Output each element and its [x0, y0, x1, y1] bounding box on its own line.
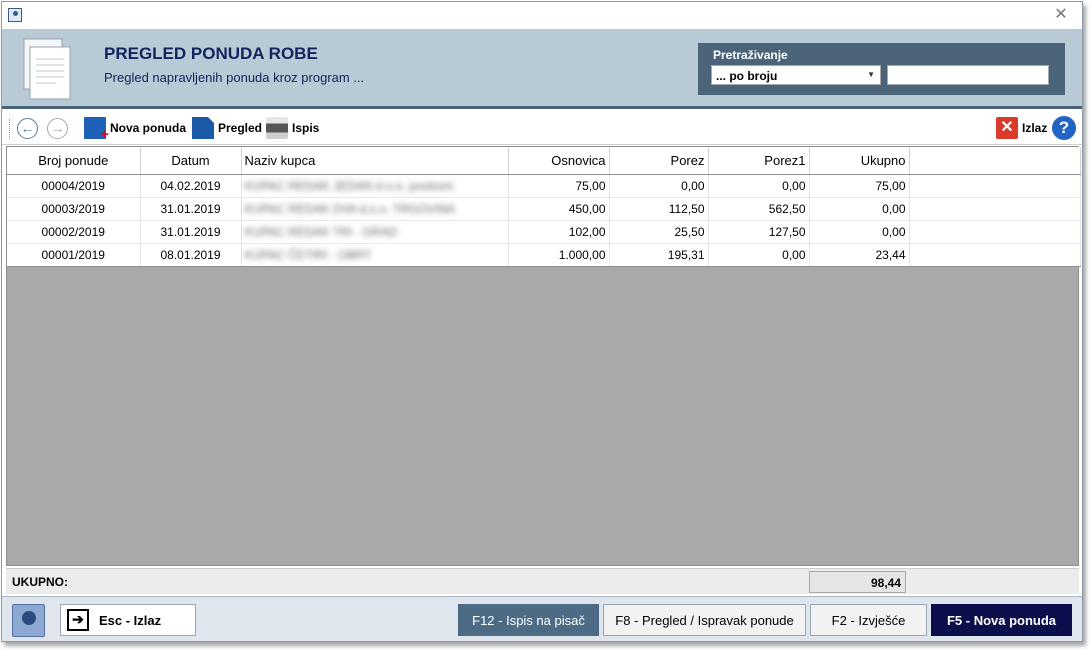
exit-label: Izlaz [1022, 121, 1048, 135]
cell-date: 08.01.2019 [140, 243, 242, 267]
cell-number: 00003/2019 [7, 197, 141, 221]
search-input[interactable] [887, 65, 1049, 85]
f2-report-button[interactable]: F2 - Izvješće [810, 604, 927, 636]
column-header[interactable]: Broj ponude [7, 147, 141, 175]
printer-icon [266, 117, 288, 139]
function-key-bar: ➔ Esc - Izlaz F12 - Ispis na pisač F8 - … [2, 596, 1082, 641]
cell-number: 00001/2019 [7, 243, 141, 267]
column-header[interactable]: Ukupno [809, 147, 910, 175]
new-document-icon [84, 117, 109, 143]
totals-label: UKUPNO: [12, 575, 68, 589]
back-arrow-icon[interactable]: ← [17, 118, 38, 139]
search-panel: Pretraživanje ... po broju ▼ [698, 43, 1065, 95]
cell-tax: 0,00 [609, 174, 709, 198]
cell-empty [909, 174, 1081, 198]
document-icon [192, 117, 214, 139]
app-root: ✕ PREGLED PONUDA ROBE Pregled napravljen… [0, 0, 1092, 650]
offers-table: Broj ponude Datum Naziv kupca Osnovica P… [7, 147, 1081, 267]
cell-number: 00004/2019 [7, 174, 141, 198]
help-icon[interactable]: ? [1052, 116, 1076, 140]
print-toolbar-button[interactable]: Ispis [266, 116, 319, 140]
dropdown-arrow-icon: ▼ [867, 70, 875, 79]
cell-number: 00002/2019 [7, 220, 141, 244]
close-icon[interactable]: ✕ [1052, 6, 1070, 24]
forward-arrow-icon[interactable]: → [47, 118, 68, 139]
cell-empty [909, 197, 1081, 221]
cell-base: 102,00 [508, 220, 610, 244]
cell-tax: 25,50 [609, 220, 709, 244]
column-header-empty [909, 147, 1081, 175]
column-header[interactable]: Naziv kupca [241, 147, 509, 175]
exit-x-icon: ✕ [996, 117, 1018, 139]
title-bar: ✕ [2, 2, 1082, 29]
f12-print-button[interactable]: F12 - Ispis na pisač [458, 604, 599, 636]
table-row[interactable]: 00004/2019 04.02.2019 KUPAC REDAK JEDAN … [7, 174, 1081, 198]
column-header[interactable]: Osnovica [508, 147, 610, 175]
cell-tax1: 0,00 [708, 243, 810, 267]
cell-total: 0,00 [809, 197, 910, 221]
cell-base: 75,00 [508, 174, 610, 198]
esc-exit-button[interactable]: ➔ Esc - Izlaz [60, 604, 196, 636]
cell-empty [909, 220, 1081, 244]
cell-customer: KUPAC REDAK DVA d.o.o. TRGOVINA [241, 197, 509, 221]
esc-exit-label: Esc - Izlaz [99, 612, 162, 628]
view-label: Pregled [218, 121, 263, 135]
exit-toolbar-button[interactable]: ✕ Izlaz [996, 116, 1047, 140]
app-icon [8, 8, 22, 22]
search-label: Pretraživanje [713, 48, 788, 62]
cell-base: 450,00 [508, 197, 610, 221]
search-mode-value: ... po broju [716, 69, 778, 83]
toolbar: ← → Nova ponuda Pregled Ispis ✕ Izlaz ? [2, 112, 1082, 145]
cell-date: 31.01.2019 [140, 197, 242, 221]
cell-tax1: 0,00 [708, 174, 810, 198]
new-offer-toolbar-button[interactable]: Nova ponuda [84, 116, 187, 143]
cell-empty [909, 243, 1081, 267]
new-offer-label: Nova ponuda [110, 121, 187, 135]
offers-grid: Broj ponude Datum Naziv kupca Osnovica P… [6, 146, 1081, 566]
cell-customer: KUPAC REDAK JEDAN d.o.o. poslovni [241, 174, 509, 198]
cell-tax1: 562,50 [708, 197, 810, 221]
totals-row: UKUPNO: 98,44 [6, 568, 1079, 594]
column-header[interactable]: Porez [609, 147, 709, 175]
cell-tax1: 127,50 [708, 220, 810, 244]
table-row[interactable]: 00003/2019 31.01.2019 KUPAC REDAK DVA d.… [7, 197, 1081, 221]
cell-tax: 195,31 [609, 243, 709, 267]
documents-icon [23, 38, 71, 100]
page-subtitle: Pregled napravljenih ponuda kroz program… [104, 70, 365, 85]
print-label: Ispis [292, 121, 320, 135]
view-toolbar-button[interactable]: Pregled [192, 116, 262, 140]
window: ✕ PREGLED PONUDA ROBE Pregled napravljen… [1, 1, 1083, 642]
page-title: PREGLED PONUDA ROBE [104, 44, 318, 63]
table-row[interactable]: 00002/2019 31.01.2019 KUPAC REDAK TRI - … [7, 220, 1081, 244]
cell-customer: KUPAC ČETIRI - OBRT [241, 243, 509, 267]
totals-value: 98,44 [809, 571, 906, 593]
cell-tax: 112,50 [609, 197, 709, 221]
page-header: PREGLED PONUDA ROBE Pregled napravljenih… [2, 29, 1082, 109]
f8-review-button[interactable]: F8 - Pregled / Ispravak ponude [603, 604, 806, 636]
f5-new-offer-button[interactable]: F5 - Nova ponuda [931, 604, 1072, 636]
table-header-row: Broj ponude Datum Naziv kupca Osnovica P… [7, 147, 1081, 175]
cell-date: 04.02.2019 [140, 174, 242, 198]
toolbar-grip [9, 119, 10, 139]
cell-base: 1.000,00 [508, 243, 610, 267]
table-row[interactable]: 00001/2019 08.01.2019 KUPAC ČETIRI - OBR… [7, 243, 1081, 267]
cell-total: 0,00 [809, 220, 910, 244]
cell-date: 31.01.2019 [140, 220, 242, 244]
cell-total: 23,44 [809, 243, 910, 267]
cell-customer: KUPAC REDAK TRI - GRAD [241, 220, 509, 244]
column-header[interactable]: Datum [140, 147, 242, 175]
app-logo-button[interactable] [12, 604, 45, 637]
column-header[interactable]: Porez1 [708, 147, 810, 175]
exit-arrow-icon: ➔ [67, 609, 89, 631]
search-mode-select[interactable]: ... po broju ▼ [711, 65, 881, 85]
cell-total: 75,00 [809, 174, 910, 198]
